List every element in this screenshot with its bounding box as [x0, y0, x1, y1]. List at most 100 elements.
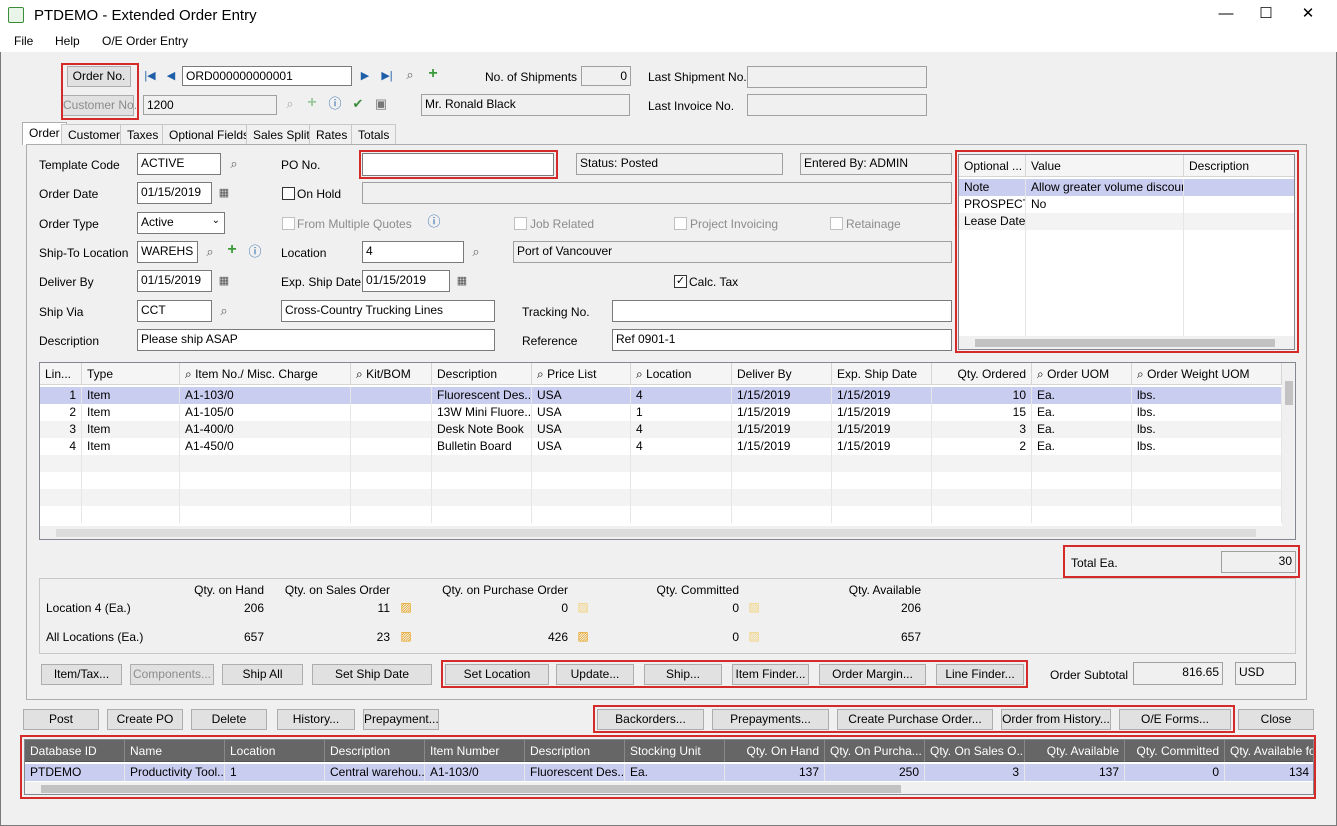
drilldown-icon[interactable]: ▨	[575, 599, 591, 615]
reference-input[interactable]: Ref 0901-1	[612, 329, 952, 351]
col-deliver-by[interactable]: Deliver By	[732, 363, 832, 385]
drilldown-icon[interactable]: ▨	[746, 599, 762, 615]
ship-to-search-icon[interactable]: ⌕	[202, 244, 218, 260]
tab-sales-split[interactable]: Sales Split	[246, 124, 317, 144]
previous-record-icon[interactable]: ◀	[163, 68, 179, 84]
new-ship-to-icon[interactable]: +	[224, 242, 240, 258]
table-row[interactable]	[40, 455, 1295, 472]
prepayment-button[interactable]: Prepayment...	[363, 709, 439, 730]
table-row[interactable]: 4 Item A1-450/0 Bulletin Board USA 4 1/15/2019…	[40, 438, 1295, 455]
customer-search-icon[interactable]: ⌕	[282, 96, 298, 112]
shipments-value: 0	[581, 66, 631, 86]
col-description[interactable]: Description	[432, 363, 532, 385]
location-label: Location	[281, 246, 327, 260]
order-date-input[interactable]: 01/15/2019	[137, 182, 212, 204]
cell: Item	[82, 387, 180, 404]
close-window-button[interactable]: ✕	[1288, 3, 1328, 25]
table-row[interactable]	[40, 472, 1295, 489]
vertical-scrollbar[interactable]	[1282, 363, 1295, 527]
col-item-no-label: Item No./ Misc. Charge	[195, 367, 318, 381]
col-type[interactable]: Type	[82, 363, 180, 385]
description-input[interactable]: Please ship ASAP	[137, 329, 495, 351]
col-item-no[interactable]: ⌕ Item No./ Misc. Charge	[180, 363, 351, 385]
col-order-uom[interactable]: ⌕ Order UOM	[1032, 363, 1132, 385]
customer-no-input[interactable]: 1200	[143, 95, 277, 115]
template-search-icon[interactable]: ⌕	[226, 156, 242, 172]
next-record-icon[interactable]: ▶	[357, 68, 373, 84]
order-lines-grid[interactable]: Lin... Type ⌕ Item No./ Misc. Charge ⌕ K…	[39, 362, 1296, 540]
exp-ship-input[interactable]: 01/15/2019	[362, 270, 450, 292]
new-order-icon[interactable]: +	[425, 66, 441, 82]
col-location[interactable]: ⌕ Location	[631, 363, 732, 385]
order-type-select[interactable]: Active ⌄	[137, 212, 225, 234]
order-no-input[interactable]: ORD000000000001	[182, 66, 352, 86]
ship-via-search-icon[interactable]: ⌕	[216, 303, 232, 319]
location-search-icon[interactable]: ⌕	[468, 244, 484, 260]
exp-ship-calendar-icon[interactable]: ▦	[454, 273, 470, 289]
drilldown-icon[interactable]: ▨	[398, 628, 414, 644]
horizontal-scrollbar[interactable]	[40, 526, 1295, 539]
minimize-button[interactable]: —	[1206, 3, 1246, 25]
maximize-button[interactable]: ☐	[1246, 3, 1286, 25]
tab-totals[interactable]: Totals	[351, 124, 397, 144]
delete-button[interactable]: Delete	[191, 709, 267, 730]
drilldown-icon[interactable]: ▨	[575, 628, 591, 644]
tab-order[interactable]: Order	[22, 122, 67, 145]
on-hold-checkbox[interactable]	[282, 187, 295, 200]
menu-file[interactable]: File	[14, 34, 33, 48]
drilldown-icon[interactable]: ▨	[746, 628, 762, 644]
search-icon[interactable]: ⌕	[402, 67, 418, 83]
ship-to-info-icon[interactable]: ⓘ	[247, 244, 263, 260]
calc-tax-checkbox[interactable]: ✓	[674, 275, 687, 288]
components-button[interactable]: Components...	[130, 664, 214, 685]
col-line[interactable]: Lin...	[40, 363, 82, 385]
col-kit-bom[interactable]: ⌕ Kit/BOM	[351, 363, 432, 385]
ship-via-description[interactable]: Cross-Country Trucking Lines	[281, 300, 495, 322]
deliver-by-label: Deliver By	[39, 275, 94, 289]
highlight-line-buttons	[441, 660, 1028, 688]
customer-info-icon[interactable]: ⓘ	[327, 96, 343, 112]
last-record-icon[interactable]: ▶|	[379, 68, 395, 84]
menu-oe-order-entry[interactable]: O/E Order Entry	[102, 34, 188, 48]
cell	[1032, 472, 1132, 489]
create-po-button[interactable]: Create PO	[107, 709, 183, 730]
set-ship-date-button[interactable]: Set Ship Date	[312, 664, 432, 685]
new-customer-icon[interactable]: +	[304, 95, 320, 111]
table-row[interactable]: 3 Item A1-400/0 Desk Note Book USA 4 1/15/2019…	[40, 421, 1295, 438]
tab-optional-fields[interactable]: Optional Fields	[162, 124, 257, 144]
project-invoicing-checkbox	[674, 217, 687, 230]
history-button[interactable]: History...	[277, 709, 355, 730]
customer-inquiry-icon[interactable]: ▣	[373, 96, 389, 112]
ship-all-button[interactable]: Ship All	[222, 664, 303, 685]
calendar-icon[interactable]: ▦	[216, 185, 232, 201]
cell	[351, 438, 432, 455]
quotes-info-icon[interactable]: ⓘ	[426, 214, 442, 230]
template-code-input[interactable]: ACTIVE	[137, 153, 221, 175]
deliver-by-calendar-icon[interactable]: ▦	[216, 273, 232, 289]
tab-taxes[interactable]: Taxes	[120, 124, 166, 144]
menu-help[interactable]: Help	[55, 34, 80, 48]
ship-via-input[interactable]: CCT	[137, 300, 212, 322]
highlight-total	[1063, 545, 1300, 578]
credit-check-icon[interactable]: ✔	[350, 96, 366, 112]
tracking-input[interactable]	[612, 300, 952, 322]
close-button[interactable]: Close	[1238, 709, 1314, 730]
table-row[interactable]: 2 Item A1-105/0 13W Mini Fluore... USA 1 1/15/…	[40, 404, 1295, 421]
col-qty-ordered[interactable]: Qty. Ordered	[932, 363, 1032, 385]
item-tax-button[interactable]: Item/Tax...	[41, 664, 122, 685]
deliver-by-input[interactable]: 01/15/2019	[137, 270, 212, 292]
table-row[interactable]	[40, 506, 1295, 523]
col-order-weight-uom[interactable]: ⌕ Order Weight UOM	[1132, 363, 1282, 385]
tab-customer[interactable]: Customer	[61, 124, 128, 144]
col-exp-ship-date[interactable]: Exp. Ship Date	[832, 363, 932, 385]
table-row[interactable]	[40, 489, 1295, 506]
drilldown-icon[interactable]: ▨	[398, 599, 414, 615]
col-price-list[interactable]: ⌕ Price List	[532, 363, 631, 385]
ship-to-input[interactable]: WAREHS	[137, 241, 198, 263]
table-row[interactable]: 1 Item A1-103/0 Fluorescent Des... USA 4 1/15/…	[40, 387, 1295, 404]
tab-rates[interactable]: Rates	[309, 124, 355, 144]
post-button[interactable]: Post	[23, 709, 99, 730]
cell	[732, 506, 832, 523]
first-record-icon[interactable]: |◀	[142, 68, 158, 84]
location-input[interactable]: 4	[362, 241, 464, 263]
